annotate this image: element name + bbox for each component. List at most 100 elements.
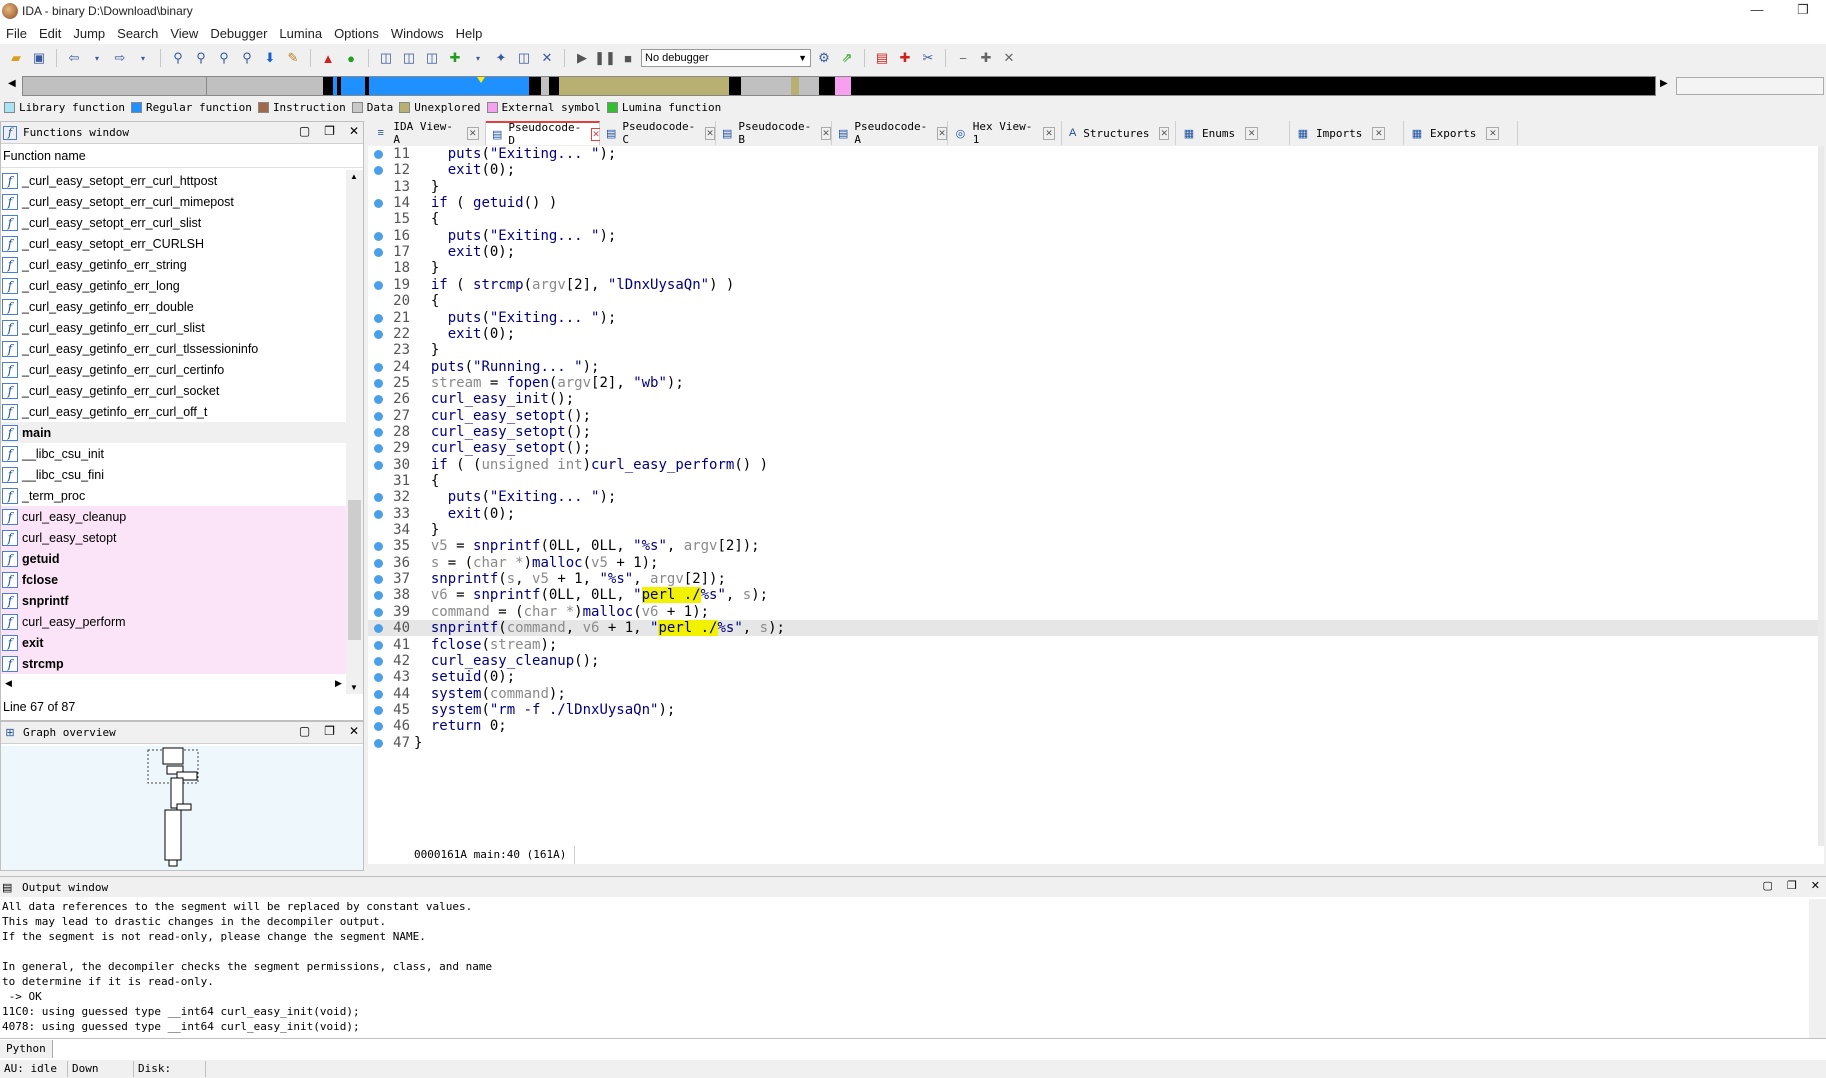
breakpoint-dot-icon[interactable] bbox=[374, 640, 383, 650]
menu-view[interactable]: View bbox=[166, 26, 206, 41]
function-list-item[interactable]: f main bbox=[1, 422, 346, 443]
function-list-item[interactable]: f curl_easy_setopt bbox=[1, 527, 346, 548]
function-list-item[interactable]: f curl_easy_perform bbox=[1, 611, 346, 632]
breakpoint-dot-icon[interactable] bbox=[374, 329, 383, 339]
code-line[interactable]: 29 curl_easy_setopt(); bbox=[368, 440, 1824, 456]
function-list-item[interactable]: f snprintf bbox=[1, 590, 346, 611]
close-tab-icon[interactable]: ✕ bbox=[1159, 126, 1169, 140]
code-line[interactable]: 19 if ( strcmp(argv[2], "lDnxUysaQn") ) bbox=[368, 277, 1824, 293]
open-folder-icon[interactable]: ▰ bbox=[6, 48, 26, 68]
maximize-panel-icon[interactable]: ▢ bbox=[299, 124, 310, 138]
function-list-item[interactable]: f fclose bbox=[1, 569, 346, 590]
code-line[interactable]: 41 fclose(stream); bbox=[368, 637, 1824, 653]
function-list-item[interactable]: f strcmp bbox=[1, 653, 346, 674]
scroll-up-icon[interactable]: ▲ bbox=[350, 172, 358, 181]
pause-icon[interactable]: ❚❚ bbox=[594, 48, 616, 68]
search-imm-icon[interactable]: ⚲ bbox=[237, 48, 257, 68]
code-line[interactable]: 43 setuid(0); bbox=[368, 669, 1824, 685]
code-line[interactable]: 35 v5 = snprintf(0LL, 0LL, "%s", argv[2]… bbox=[368, 538, 1824, 554]
breakpoint-dot-icon[interactable] bbox=[374, 362, 383, 372]
code-line[interactable]: 14 if ( getuid() ) bbox=[368, 195, 1824, 211]
code-line[interactable]: 42 curl_easy_cleanup(); bbox=[368, 653, 1824, 669]
close-tab-icon[interactable]: ✕ bbox=[1245, 126, 1259, 140]
code-line[interactable]: 13 } bbox=[368, 179, 1824, 195]
scroll-left-icon[interactable]: ◀ bbox=[5, 678, 12, 689]
close-panel-icon[interactable]: ✕ bbox=[1811, 879, 1820, 892]
close-x-icon[interactable]: ✕ bbox=[537, 48, 557, 68]
code-line[interactable]: 24 puts("Running... "); bbox=[368, 359, 1824, 375]
tab-structures[interactable]: A Structures ✕ bbox=[1062, 121, 1176, 145]
breakpoint-dot-icon[interactable] bbox=[374, 199, 383, 209]
code-line[interactable]: 32 puts("Exiting... "); bbox=[368, 489, 1824, 505]
jump-down-icon[interactable]: ⬇ bbox=[260, 48, 280, 68]
breakpoint-dot-icon[interactable] bbox=[374, 738, 383, 748]
function-list-item[interactable]: f exit bbox=[1, 632, 346, 653]
menu-windows[interactable]: Windows bbox=[387, 26, 452, 41]
graph-overview-canvas[interactable] bbox=[1, 746, 363, 870]
python-language-button[interactable]: Python bbox=[0, 1039, 53, 1058]
nav-left-icon[interactable]: ◀ bbox=[8, 78, 16, 89]
menu-lumina[interactable]: Lumina bbox=[275, 26, 330, 41]
breakpoint-dot-icon[interactable] bbox=[374, 575, 383, 585]
function-list-item[interactable]: f _curl_easy_getinfo_err_string bbox=[1, 254, 346, 275]
code-line[interactable]: 40 snprintf(command, v6 + 1, "perl ./%s"… bbox=[368, 620, 1824, 637]
zoom-in-icon[interactable]: ✚ bbox=[976, 48, 996, 68]
close-panel-icon[interactable]: ✕ bbox=[349, 124, 359, 138]
function-list-item[interactable]: f __libc_csu_init bbox=[1, 443, 346, 464]
zoom-out-icon[interactable]: − bbox=[953, 48, 973, 68]
breakpoint-dot-icon[interactable] bbox=[374, 607, 383, 617]
code-line[interactable]: 16 puts("Exiting... "); bbox=[368, 228, 1824, 244]
breakpoint-dot-icon[interactable] bbox=[374, 150, 383, 159]
back-arrow-icon[interactable]: ⇦ bbox=[64, 48, 84, 68]
tab-pseudocode-c[interactable]: ▤ Pseudocode-C ✕ bbox=[600, 120, 716, 146]
breakpoint-dot-icon[interactable] bbox=[374, 460, 383, 470]
code-line[interactable]: 28 curl_easy_setopt(); bbox=[368, 424, 1824, 440]
add-breakpoint-icon[interactable]: ✚ bbox=[895, 48, 915, 68]
menu-help[interactable]: Help bbox=[452, 26, 491, 41]
code-line[interactable]: 21 puts("Exiting... "); bbox=[368, 310, 1824, 326]
search-next-icon[interactable]: ⚲ bbox=[214, 48, 234, 68]
code-line[interactable]: 30 if ( (unsigned int)curl_easy_perform(… bbox=[368, 457, 1824, 473]
graph-view-icon[interactable]: ▲ bbox=[318, 48, 338, 68]
search-text-icon[interactable]: ⚲ bbox=[191, 48, 211, 68]
make-code-icon[interactable]: ◫ bbox=[376, 48, 396, 68]
undefine-icon[interactable]: ◫ bbox=[514, 48, 534, 68]
restore-button[interactable]: ❐ bbox=[1780, 0, 1826, 22]
breakpoint-dot-icon[interactable] bbox=[374, 624, 383, 634]
code-line[interactable]: 20 { bbox=[368, 293, 1824, 309]
breakpoint-dot-icon[interactable] bbox=[374, 509, 383, 519]
maximize-panel-icon[interactable]: ▢ bbox=[1763, 879, 1773, 892]
breakpoint-dot-icon[interactable] bbox=[374, 542, 383, 552]
breakpoint-dot-icon[interactable] bbox=[374, 591, 383, 601]
code-line[interactable]: 39 command = (char *)malloc(v6 + 1); bbox=[368, 604, 1824, 620]
menu-jump[interactable]: Jump bbox=[69, 26, 113, 41]
stop-icon[interactable]: ■ bbox=[618, 48, 638, 68]
tab-enums[interactable]: ▦ Enums ✕ bbox=[1176, 121, 1290, 145]
function-list-item[interactable]: f _curl_easy_getinfo_err_long bbox=[1, 275, 346, 296]
nav-right-icon[interactable]: ▶ bbox=[1660, 78, 1668, 89]
close-tab-icon[interactable]: ✕ bbox=[466, 126, 479, 140]
breakpoint-dot-icon[interactable] bbox=[374, 689, 383, 699]
code-line[interactable]: 31 { bbox=[368, 473, 1824, 489]
menu-file[interactable]: File bbox=[2, 26, 35, 41]
add-struct-icon[interactable]: ✚ bbox=[445, 48, 465, 68]
breakpoint-dot-icon[interactable] bbox=[374, 722, 383, 732]
chevron-down-icon[interactable]: ▾ bbox=[87, 48, 107, 68]
debugger-select[interactable]: No debugger ▼ bbox=[641, 49, 811, 67]
breakpoint-dot-icon[interactable] bbox=[374, 280, 383, 290]
breakpoint-list-icon[interactable]: ▤ bbox=[872, 48, 892, 68]
function-list-item[interactable]: f getuid bbox=[1, 548, 346, 569]
code-line[interactable]: 36 s = (char *)malloc(v5 + 1); bbox=[368, 555, 1824, 571]
code-line[interactable]: 47} bbox=[368, 735, 1824, 751]
scroll-right-icon[interactable]: ▶ bbox=[335, 678, 342, 689]
breakpoint-dot-icon[interactable] bbox=[374, 411, 383, 421]
breakpoint-dot-icon[interactable] bbox=[374, 395, 383, 405]
code-line[interactable]: 25 stream = fopen(argv[2], "wb"); bbox=[368, 375, 1824, 391]
code-line[interactable]: 12 exit(0); bbox=[368, 162, 1824, 178]
close-panel-icon[interactable]: ✕ bbox=[349, 724, 359, 738]
menu-debugger[interactable]: Debugger bbox=[206, 26, 275, 41]
breakpoint-dot-icon[interactable] bbox=[374, 313, 383, 323]
function-list-item[interactable]: f _curl_easy_getinfo_err_curl_tlssessioni… bbox=[1, 338, 346, 359]
close-tab-icon[interactable]: ✕ bbox=[1486, 126, 1500, 140]
pseudocode-view[interactable]: 11 puts("Exiting... "); 12 exit(0); 13 } 14… bbox=[368, 146, 1824, 864]
